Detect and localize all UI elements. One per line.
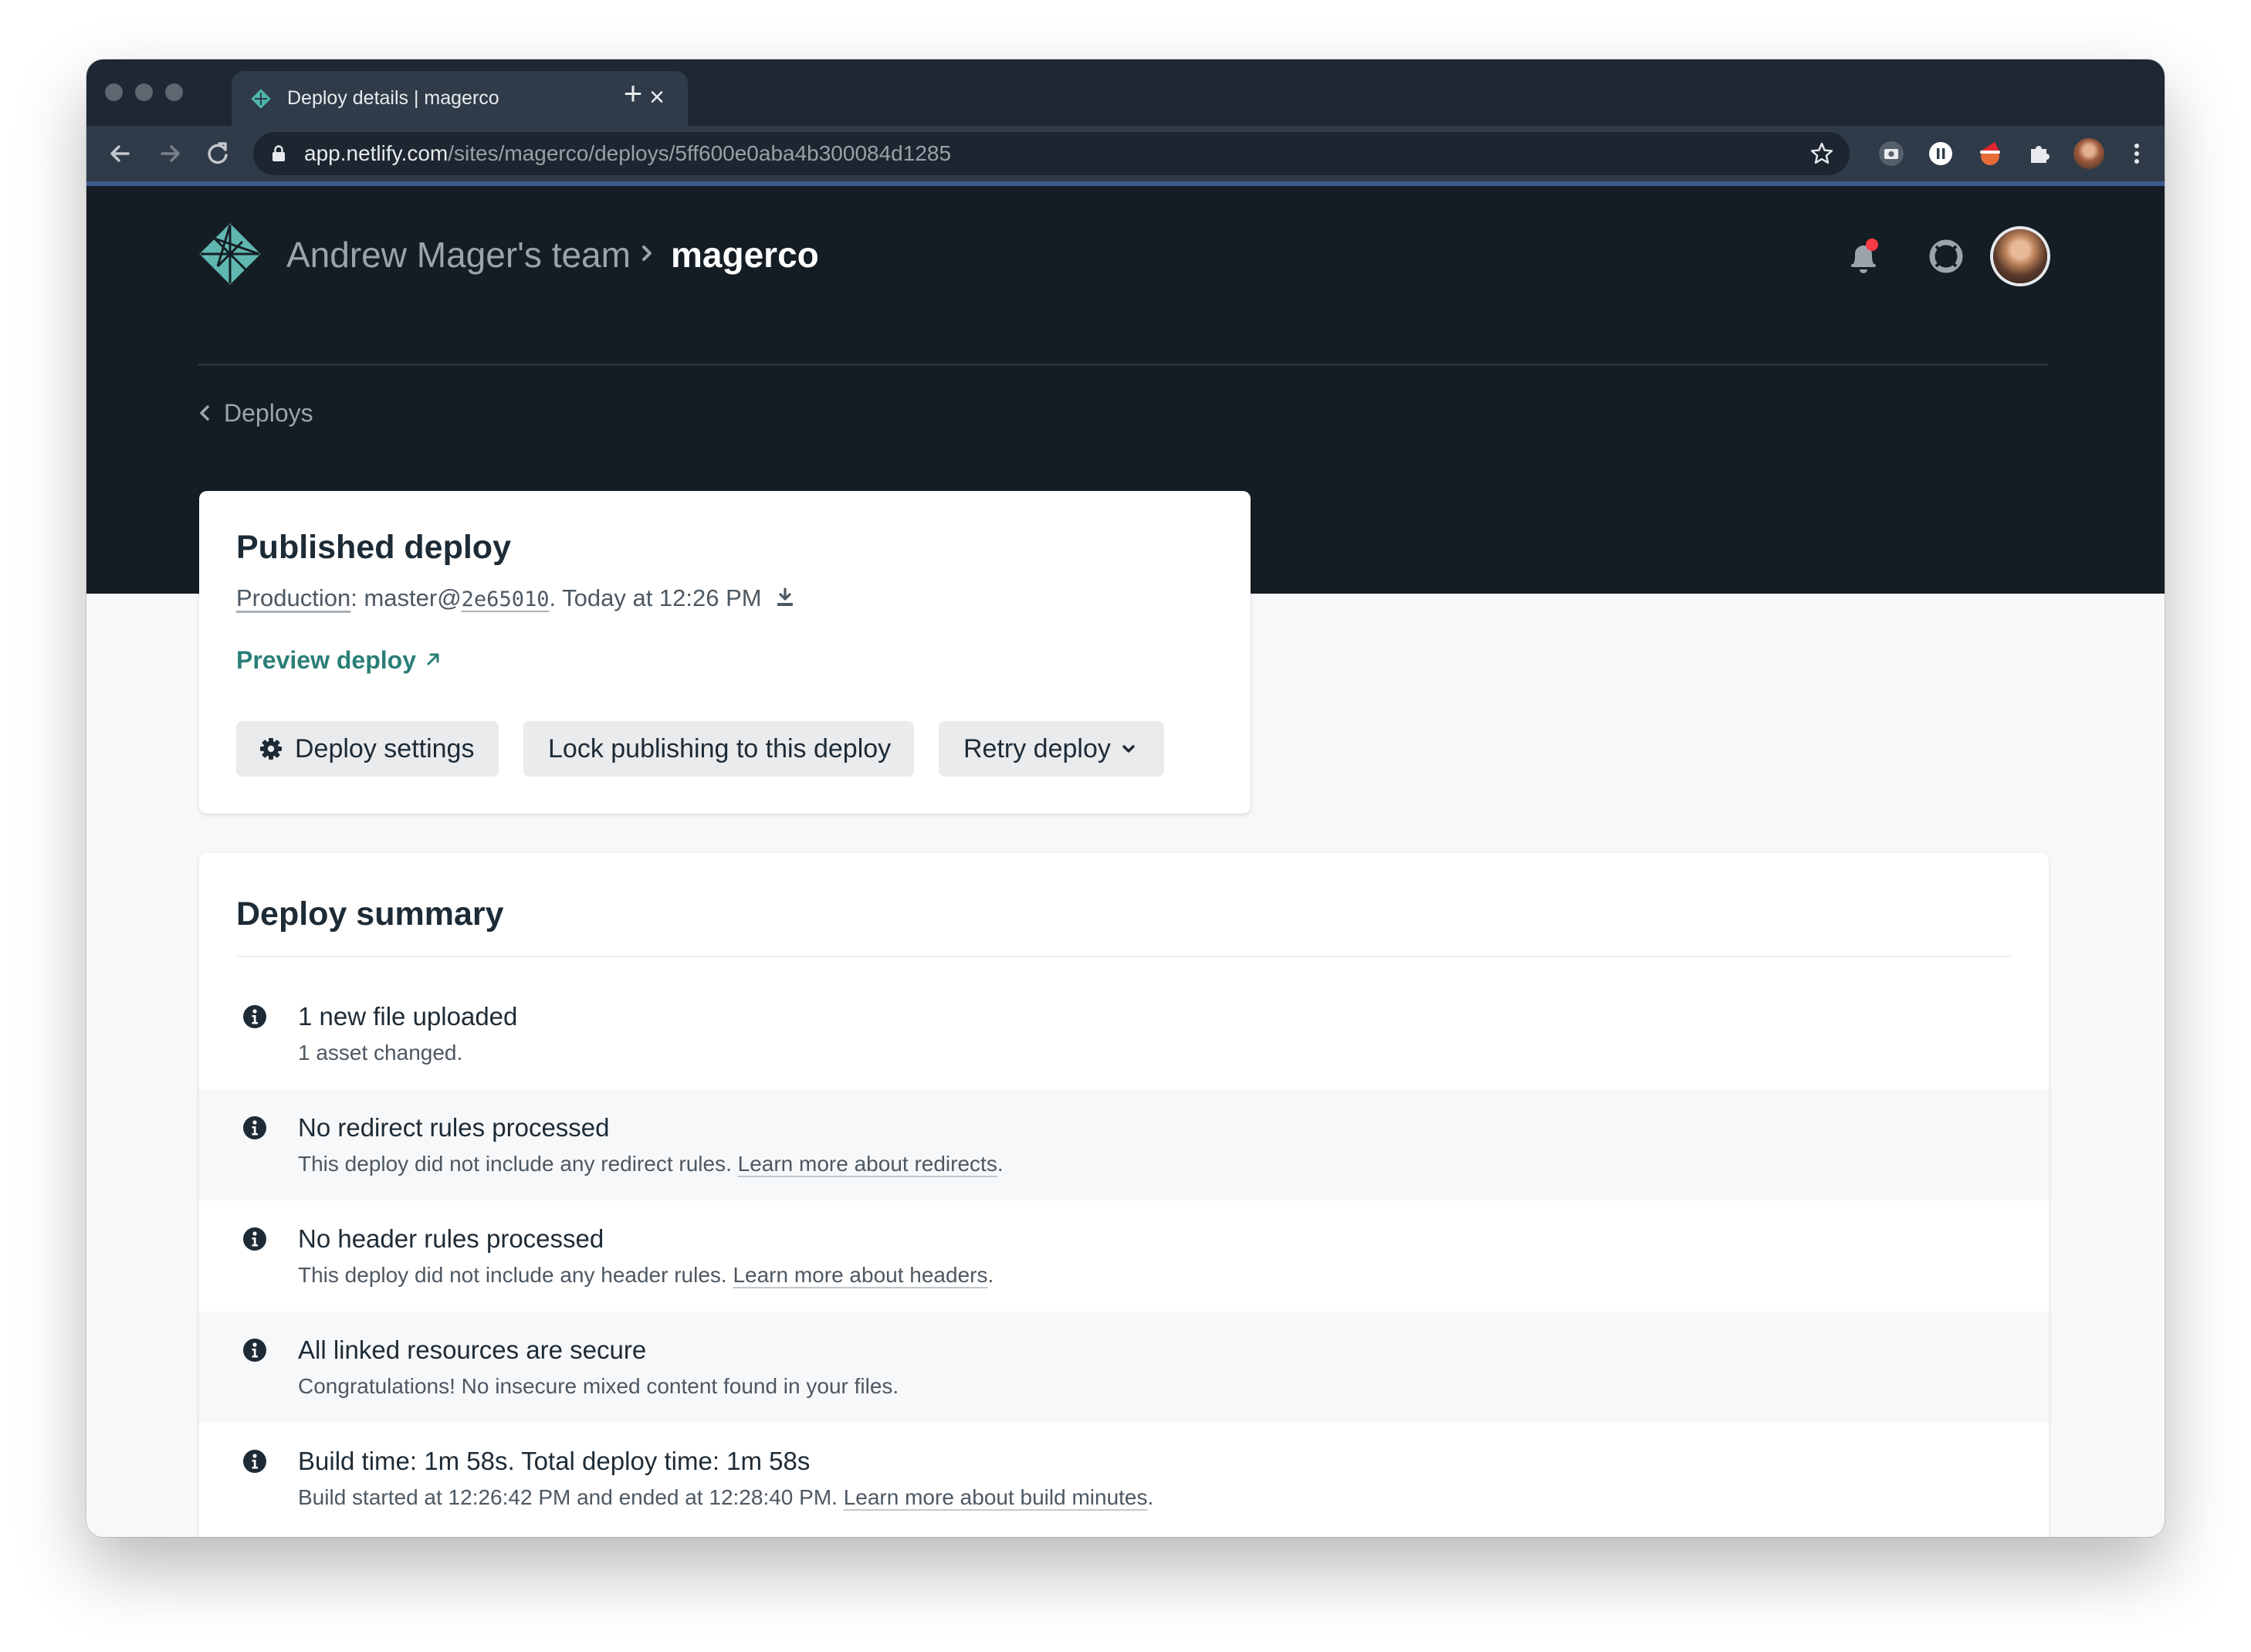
url-text: app.netlify.com/sites/magerco/deploys/5f…	[304, 141, 951, 166]
lock-icon[interactable]	[272, 145, 286, 162]
camera-extension-icon[interactable]	[1876, 138, 1907, 169]
summary-row-title: 1 new file uploaded	[298, 1002, 518, 1031]
url-host: app.netlify.com	[304, 141, 449, 165]
window-minimize-dot[interactable]	[135, 83, 153, 101]
tab-title: Deploy details | magerco	[287, 87, 499, 109]
window-zoom-dot[interactable]	[165, 83, 183, 101]
summary-row-desc-end: .	[1147, 1485, 1154, 1509]
info-icon	[243, 1005, 266, 1028]
pause-extension-icon[interactable]	[1925, 138, 1956, 169]
learn-more-headers-link[interactable]: Learn more about headers	[733, 1263, 987, 1287]
learn-more-build-minutes-link[interactable]: Learn more about build minutes	[844, 1485, 1148, 1509]
puzzle-extensions-icon[interactable]	[2024, 138, 2055, 169]
deploy-branch: master@	[364, 584, 462, 611]
preview-deploy-link[interactable]: Preview deploy	[236, 645, 441, 675]
user-avatar[interactable]	[1993, 229, 2047, 283]
summary-row-desc-end: .	[997, 1152, 1004, 1176]
help-icon[interactable]	[1927, 237, 1965, 276]
netlify-logo-icon[interactable]	[198, 222, 262, 286]
info-icon	[243, 1339, 266, 1362]
bookmark-star-icon[interactable]	[1809, 141, 1834, 166]
summary-row-title: Build time: 1m 58s. Total deploy time: 1…	[298, 1447, 811, 1475]
deploy-meta: Production: master@2e65010. Today at 12:…	[236, 584, 794, 614]
chevron-down-icon	[1122, 745, 1135, 753]
info-icon	[243, 1227, 266, 1251]
lock-publishing-label: Lock publishing to this deploy	[548, 734, 892, 763]
lock-publishing-button[interactable]: Lock publishing to this deploy	[523, 721, 914, 777]
summary-row-desc: Congratulations! No insecure mixed conte…	[298, 1373, 899, 1400]
holiday-extension-icon[interactable]	[1975, 138, 2006, 169]
deploy-summary-card: Deploy summary 1 new file uploaded 1 ass…	[199, 853, 2049, 1537]
browser-window: Deploy details | magerco × + app.netlify…	[86, 59, 2165, 1537]
bell-icon[interactable]	[1845, 237, 1882, 277]
summary-row-headers: No header rules processed This deploy di…	[199, 1200, 2049, 1312]
summary-row-desc-text: Build started at 12:26:42 PM and ended a…	[298, 1485, 844, 1509]
summary-row-desc: 1 asset changed.	[298, 1040, 462, 1066]
netlify-favicon-icon	[251, 89, 271, 109]
back-arrow-icon[interactable]	[103, 137, 137, 171]
summary-row-desc-text: Congratulations! No insecure mixed conte…	[298, 1374, 899, 1398]
chevron-right-icon	[642, 245, 652, 261]
chevron-left-icon	[200, 405, 209, 421]
published-deploy-card: Published deploy Production: master@2e65…	[199, 491, 1251, 814]
browser-toolbar: app.netlify.com/sites/magerco/deploys/5f…	[86, 126, 2165, 186]
external-arrow-icon	[427, 653, 439, 665]
deploy-title: Published deploy	[236, 529, 511, 566]
summary-row-desc-text: This deploy did not include any redirect…	[298, 1152, 738, 1176]
summary-row-title: No redirect rules processed	[298, 1113, 610, 1142]
summary-row-files: 1 new file uploaded 1 asset changed.	[199, 978, 2049, 1089]
summary-row-desc: Build started at 12:26:42 PM and ended a…	[298, 1484, 1153, 1511]
breadcrumb-site[interactable]: magerco	[671, 234, 819, 276]
summary-row-title: All linked resources are secure	[298, 1335, 647, 1364]
address-bar[interactable]: app.netlify.com/sites/magerco/deploys/5f…	[253, 132, 1850, 175]
netlify-app: Andrew Mager's team magerco Deploys Publ…	[86, 186, 2165, 1537]
summary-row-desc-text: 1 asset changed.	[298, 1041, 463, 1065]
summary-divider	[236, 956, 2012, 957]
deploy-context-link[interactable]: Production	[236, 584, 350, 611]
summary-row-desc-text: This deploy did not include any header r…	[298, 1263, 733, 1287]
window-close-dot[interactable]	[105, 83, 123, 101]
learn-more-redirects-link[interactable]: Learn more about redirects	[738, 1152, 997, 1176]
header-divider	[198, 364, 2047, 366]
summary-row-redirects: No redirect rules processed This deploy …	[199, 1089, 2049, 1200]
new-tab-button[interactable]: +	[616, 76, 650, 110]
gear-icon	[260, 738, 282, 760]
retry-deploy-button[interactable]: Retry deploy	[939, 721, 1164, 777]
summary-row-build-time: Build time: 1m 58s. Total deploy time: 1…	[199, 1423, 2049, 1534]
retry-deploy-label: Retry deploy	[963, 734, 1111, 763]
summary-row-desc-end: .	[987, 1263, 994, 1287]
info-icon	[243, 1116, 266, 1139]
summary-row-desc: This deploy did not include any redirect…	[298, 1151, 1004, 1177]
tab-strip: Deploy details | magerco × +	[86, 59, 2165, 126]
forward-arrow-icon[interactable]	[153, 137, 187, 171]
kebab-menu-icon[interactable]	[2121, 138, 2152, 169]
summary-row-desc: This deploy did not include any header r…	[298, 1262, 993, 1288]
summary-row-security: All linked resources are secure Congratu…	[199, 1312, 2049, 1423]
deploy-time: . Today at 12:26 PM	[549, 584, 762, 611]
url-path: /sites/magerco/deploys/5ff600e0aba4b3000…	[448, 141, 952, 165]
deploy-settings-button[interactable]: Deploy settings	[236, 721, 499, 777]
commit-link[interactable]: 2e65010	[462, 587, 550, 611]
reload-icon[interactable]	[201, 137, 235, 171]
back-link-label: Deploys	[224, 399, 313, 427]
summary-title: Deploy summary	[236, 895, 504, 933]
profile-avatar-icon[interactable]	[2073, 138, 2104, 169]
breadcrumb-team[interactable]: Andrew Mager's team	[286, 234, 631, 276]
preview-deploy-label: Preview deploy	[236, 646, 416, 674]
deploy-settings-label: Deploy settings	[295, 734, 475, 763]
deploy-meta-sep: :	[350, 584, 364, 611]
summary-row-title: No header rules processed	[298, 1224, 604, 1253]
download-icon[interactable]	[776, 587, 794, 608]
info-icon	[243, 1450, 266, 1473]
